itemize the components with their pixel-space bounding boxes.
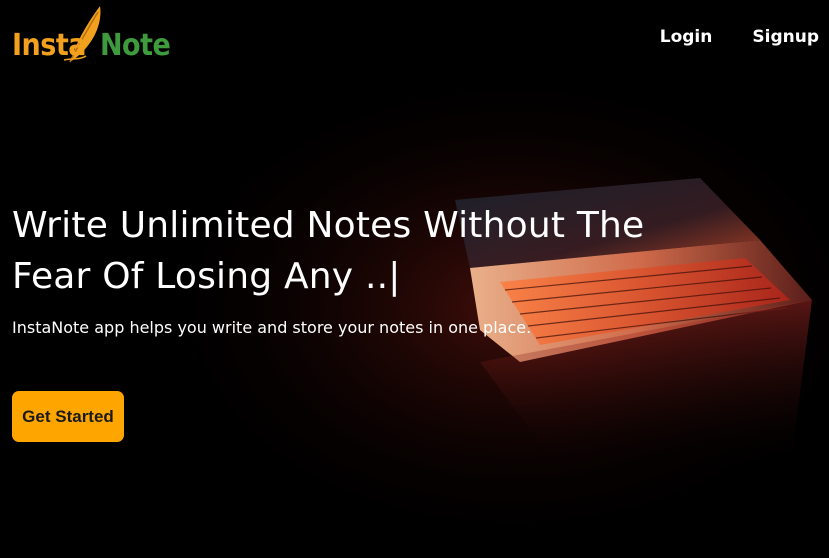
hero-title: Write Unlimited Notes Without The Fear O… xyxy=(12,205,645,297)
signup-link[interactable]: Signup xyxy=(752,27,819,47)
login-link[interactable]: Login xyxy=(660,27,713,47)
get-started-button[interactable]: Get Started xyxy=(12,391,124,442)
hero-subtitle: InstaNote app helps you write and store … xyxy=(12,318,532,337)
top-nav: Login Signup xyxy=(660,27,819,47)
logo-text: Insta Note xyxy=(12,28,171,63)
logo-note-text: Note xyxy=(99,28,171,63)
logo-insta-text: Insta xyxy=(12,28,86,63)
instanote-logo[interactable]: Insta Note xyxy=(12,4,172,68)
